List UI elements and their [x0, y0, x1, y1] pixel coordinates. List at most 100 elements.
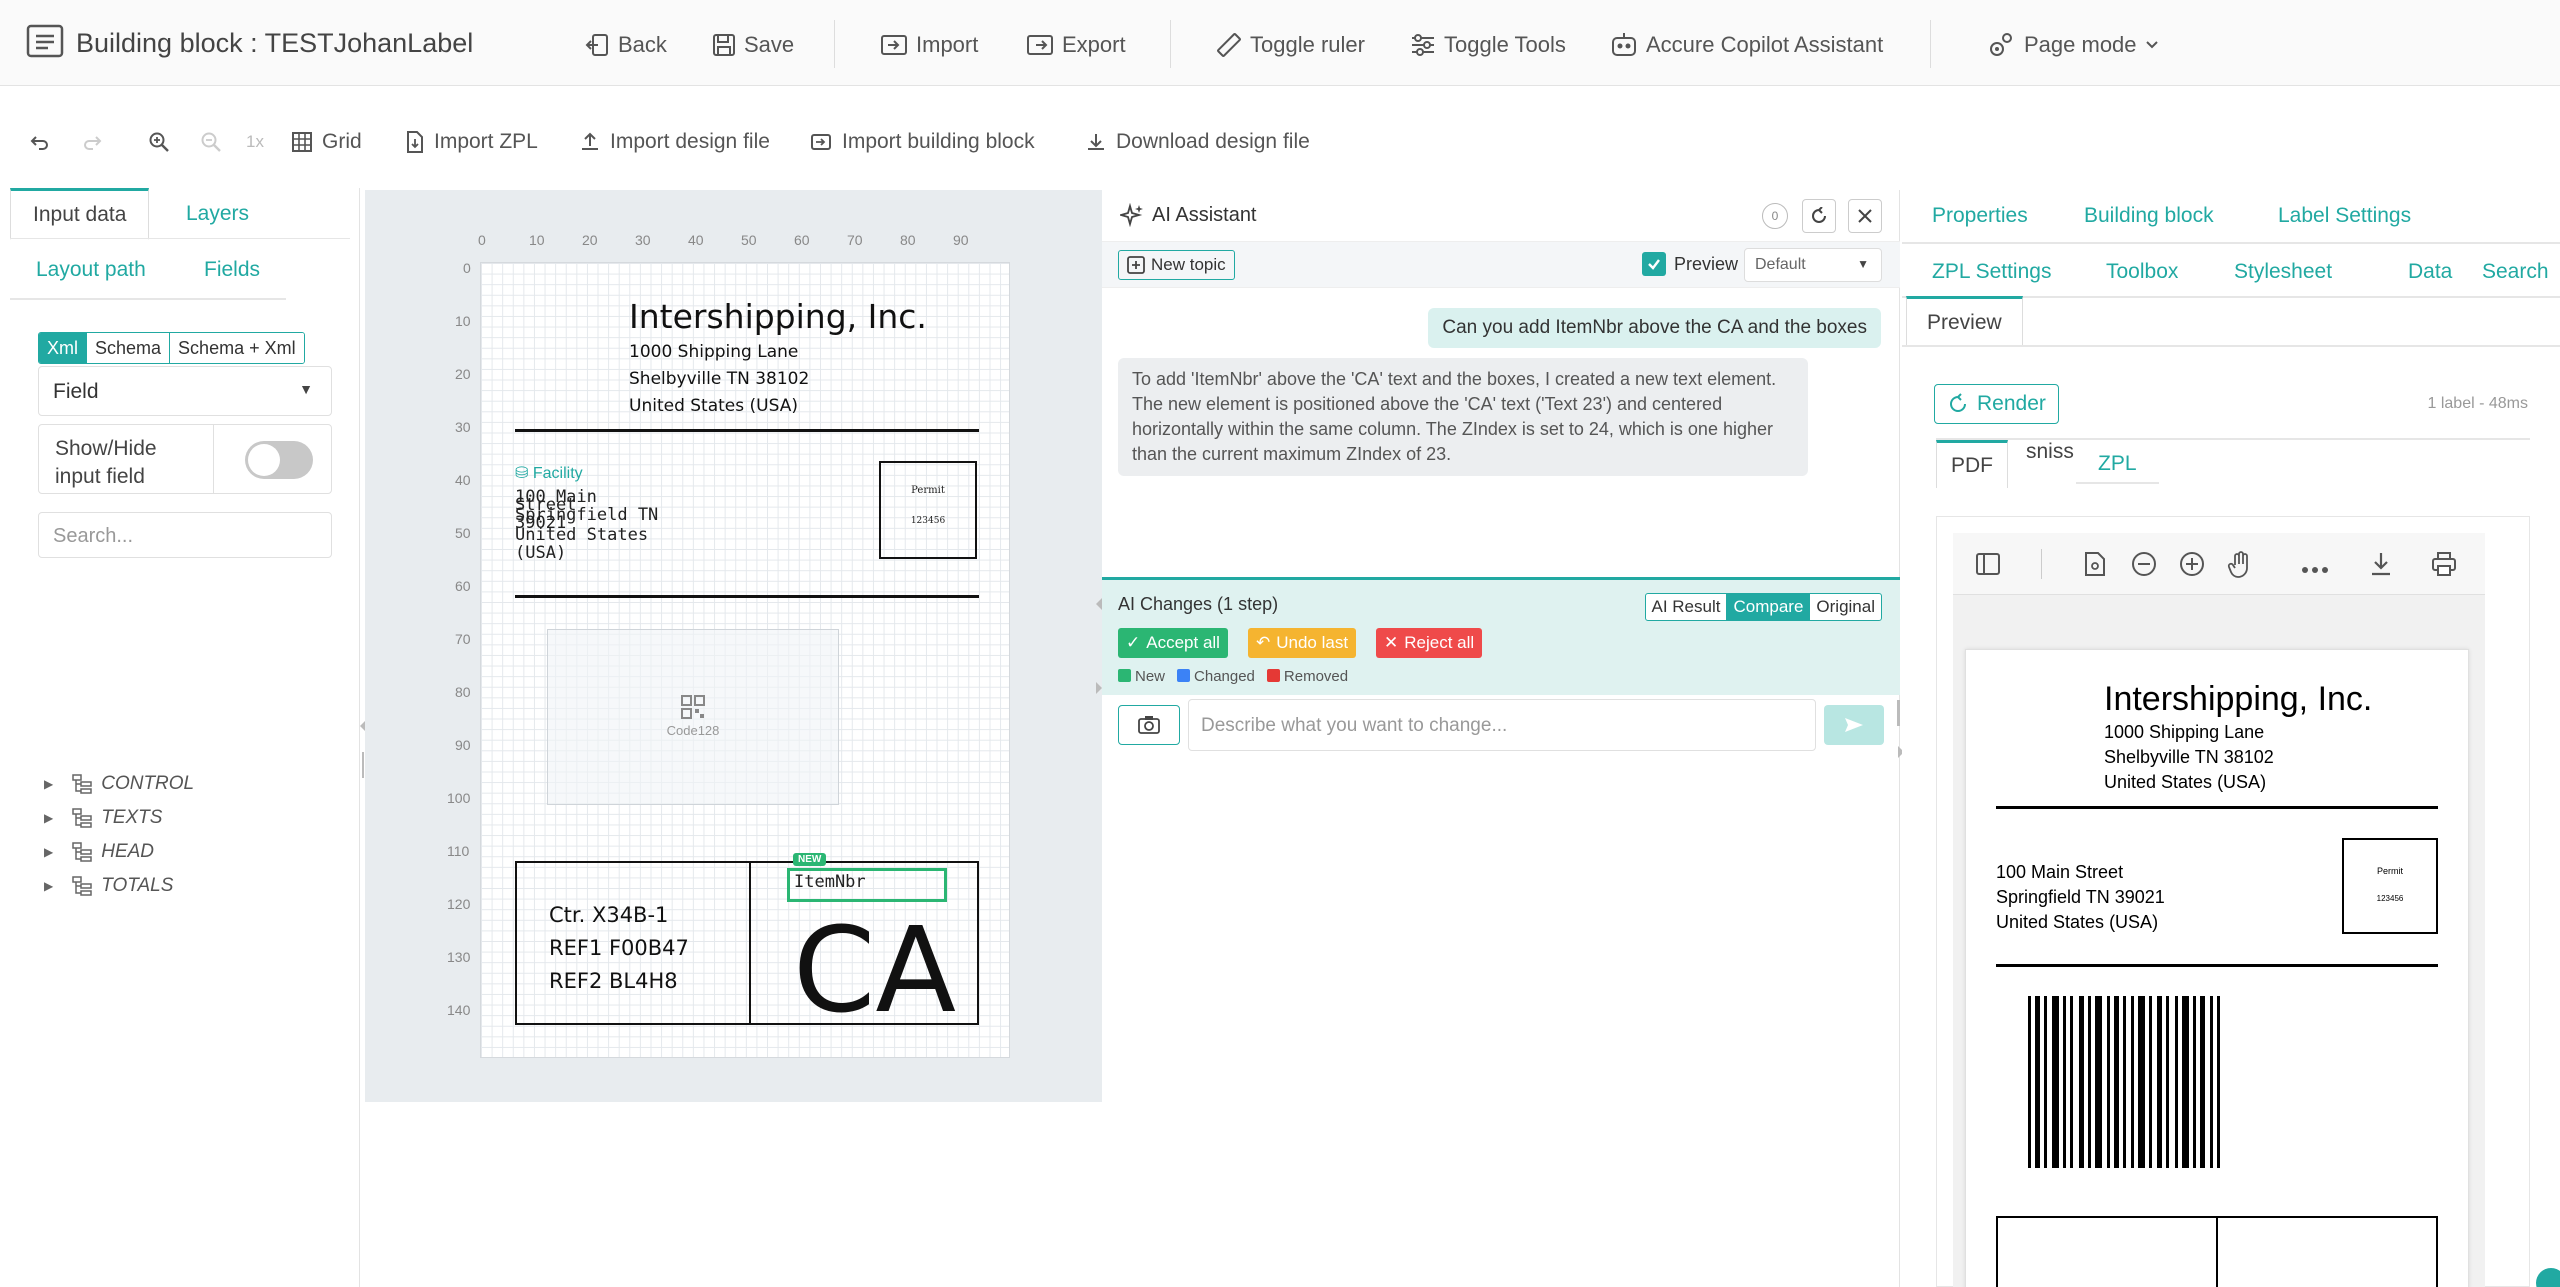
- toggle-ruler-button[interactable]: Toggle ruler: [1216, 28, 1365, 62]
- tree-node-head[interactable]: ▶ HEAD: [44, 838, 154, 866]
- download-icon[interactable]: [2369, 551, 2393, 582]
- tab-fields[interactable]: Fields: [204, 244, 260, 296]
- print-icon[interactable]: [2431, 551, 2457, 582]
- tab-compare[interactable]: Compare: [1727, 594, 1811, 620]
- send-button[interactable]: [1824, 705, 1884, 745]
- qr-icon: [681, 695, 705, 719]
- barcode-bar: [2035, 996, 2040, 1168]
- import-button[interactable]: Import: [880, 28, 978, 62]
- resize-handle[interactable]: [362, 752, 364, 778]
- toggle-tools-button[interactable]: Toggle Tools: [1410, 28, 1566, 62]
- tab-label-settings[interactable]: Label Settings: [2278, 204, 2411, 228]
- render-button[interactable]: Render: [1934, 384, 2059, 424]
- more-icon[interactable]: [2301, 561, 2329, 579]
- tab-search[interactable]: Search: [2482, 260, 2549, 284]
- show-hide-toggle[interactable]: [245, 441, 313, 479]
- barcode-bar: [2175, 996, 2178, 1168]
- tree-node-texts[interactable]: ▶ TEXTS: [44, 804, 162, 832]
- sidebar-toggle-icon[interactable]: [1975, 551, 2001, 582]
- format-xml[interactable]: Xml: [39, 333, 87, 363]
- import-block-button[interactable]: Import building block: [810, 128, 1035, 156]
- caret-left-icon[interactable]: [1094, 594, 1104, 619]
- label-canvas[interactable]: Intershipping, Inc. 1000 Shipping Lane S…: [480, 262, 1010, 1058]
- ctr-box[interactable]: Ctr. X34B-1 REF1 F00B47 REF2 BL4H8: [515, 861, 751, 1025]
- ruler-tick: 90: [455, 737, 471, 753]
- new-topic-button[interactable]: New topic: [1118, 250, 1235, 280]
- download-design-button[interactable]: Download design file: [1086, 128, 1310, 156]
- ruler-tick: 20: [455, 366, 471, 382]
- reset-button[interactable]: [1802, 199, 1836, 233]
- grid-button[interactable]: Grid: [292, 128, 362, 156]
- zoom-in-button[interactable]: [148, 128, 180, 156]
- barcode-bar: [2193, 996, 2196, 1168]
- itemnbr-element[interactable]: ItemNbr: [787, 868, 947, 902]
- tab-original[interactable]: Original: [1810, 594, 1881, 620]
- import-zpl-button[interactable]: Import ZPL: [406, 128, 538, 156]
- export-button[interactable]: Export: [1026, 28, 1126, 62]
- zoom-out-button[interactable]: [200, 128, 232, 156]
- tab-properties[interactable]: Properties: [1932, 204, 2028, 228]
- preview-select[interactable]: Default ▼: [1744, 248, 1882, 282]
- ruler-tick: 140: [447, 1002, 471, 1018]
- close-icon: ✕: [1384, 633, 1399, 652]
- field-select[interactable]: Field ▼: [38, 366, 332, 416]
- tab-toolbox[interactable]: Toolbox: [2106, 260, 2178, 284]
- page-mode-dropdown[interactable]: Page mode: [1986, 28, 2169, 62]
- pdf-bottom-divider: [2216, 1216, 2218, 1287]
- label-company[interactable]: Intershipping, Inc.: [629, 297, 927, 336]
- zoom-out-icon[interactable]: [2131, 551, 2157, 582]
- new-topic-label: New topic: [1151, 255, 1226, 274]
- search-input[interactable]: Search...: [38, 512, 332, 558]
- tab-stylesheet[interactable]: Stylesheet: [2234, 260, 2332, 284]
- tree-node-totals[interactable]: ▶ TOTALS: [44, 872, 173, 900]
- pdf-page: Intershipping, Inc. 1000 Shipping Lane S…: [1965, 649, 2469, 1287]
- menu-icon[interactable]: [26, 24, 72, 58]
- facility-field[interactable]: ⛁ Facility: [515, 463, 583, 483]
- redo-button[interactable]: [82, 128, 112, 156]
- tree-node-control[interactable]: ▶ CONTROL: [44, 770, 194, 798]
- ai-header: AI Assistant 0: [1102, 190, 1900, 242]
- tab-pdf[interactable]: PDF: [1936, 440, 2008, 488]
- close-button[interactable]: [1848, 199, 1882, 233]
- preview-checkbox[interactable]: Preview: [1642, 252, 1738, 276]
- label-line[interactable]: [515, 595, 979, 598]
- import-design-button[interactable]: Import design file: [580, 128, 770, 156]
- page-fit-icon[interactable]: [2083, 551, 2107, 582]
- permit-box[interactable]: Permit 123456: [879, 461, 977, 559]
- describe-input[interactable]: Describe what you want to change...: [1188, 699, 1816, 751]
- tab-building-block[interactable]: Building block: [2084, 204, 2214, 228]
- barcode-placeholder[interactable]: Code128: [547, 629, 839, 805]
- tab-preview[interactable]: Preview: [1906, 296, 2023, 346]
- legend-label: Removed: [1283, 668, 1349, 685]
- toggle-ruler-label: Toggle ruler: [1250, 32, 1365, 57]
- label-to-address[interactable]: 100 Main Street Springfield TN 39021 Uni…: [515, 487, 658, 563]
- tab-layout-path[interactable]: Layout path: [36, 244, 146, 296]
- save-button[interactable]: Save: [712, 28, 794, 62]
- grid-label: Grid: [322, 130, 362, 153]
- copilot-button[interactable]: Accure Copilot Assistant: [1610, 28, 1883, 62]
- back-button[interactable]: Back: [584, 28, 667, 62]
- app-header: Building block : TESTJohanLabel Back Sav…: [0, 0, 2560, 86]
- label-line[interactable]: [515, 429, 979, 432]
- zoom-in-icon[interactable]: [2179, 551, 2205, 582]
- tab-input-data[interactable]: Input data: [10, 188, 150, 240]
- undo-last-button[interactable]: ↶ Undo last: [1248, 628, 1357, 658]
- barcode-bar: [2079, 996, 2084, 1168]
- accept-all-button[interactable]: ✓ Accept all: [1118, 628, 1228, 658]
- tree-icon: [72, 774, 92, 794]
- ruler-tick: 30: [635, 232, 651, 248]
- hand-icon[interactable]: [2227, 551, 2253, 584]
- tab-zpl-settings[interactable]: ZPL Settings: [1932, 260, 2051, 284]
- format-schema-xml[interactable]: Schema + Xml: [170, 333, 304, 363]
- screenshot-button[interactable]: [1118, 705, 1180, 745]
- tab-zpl[interactable]: ZPL: [2076, 452, 2159, 484]
- reject-all-button[interactable]: ✕ Reject all: [1376, 628, 1483, 658]
- label-address[interactable]: 1000 Shipping Lane Shelbyville TN 38102 …: [629, 339, 809, 420]
- tab-ai-result[interactable]: AI Result: [1646, 594, 1728, 620]
- tab-data[interactable]: Data: [2408, 260, 2452, 284]
- tab-layers[interactable]: Layers: [186, 188, 249, 240]
- undo-button[interactable]: [30, 128, 60, 156]
- format-schema[interactable]: Schema: [87, 333, 171, 363]
- left-panel: Input data Layers Layout path Fields Xml…: [10, 188, 360, 1287]
- barcode-bar: [2131, 996, 2134, 1168]
